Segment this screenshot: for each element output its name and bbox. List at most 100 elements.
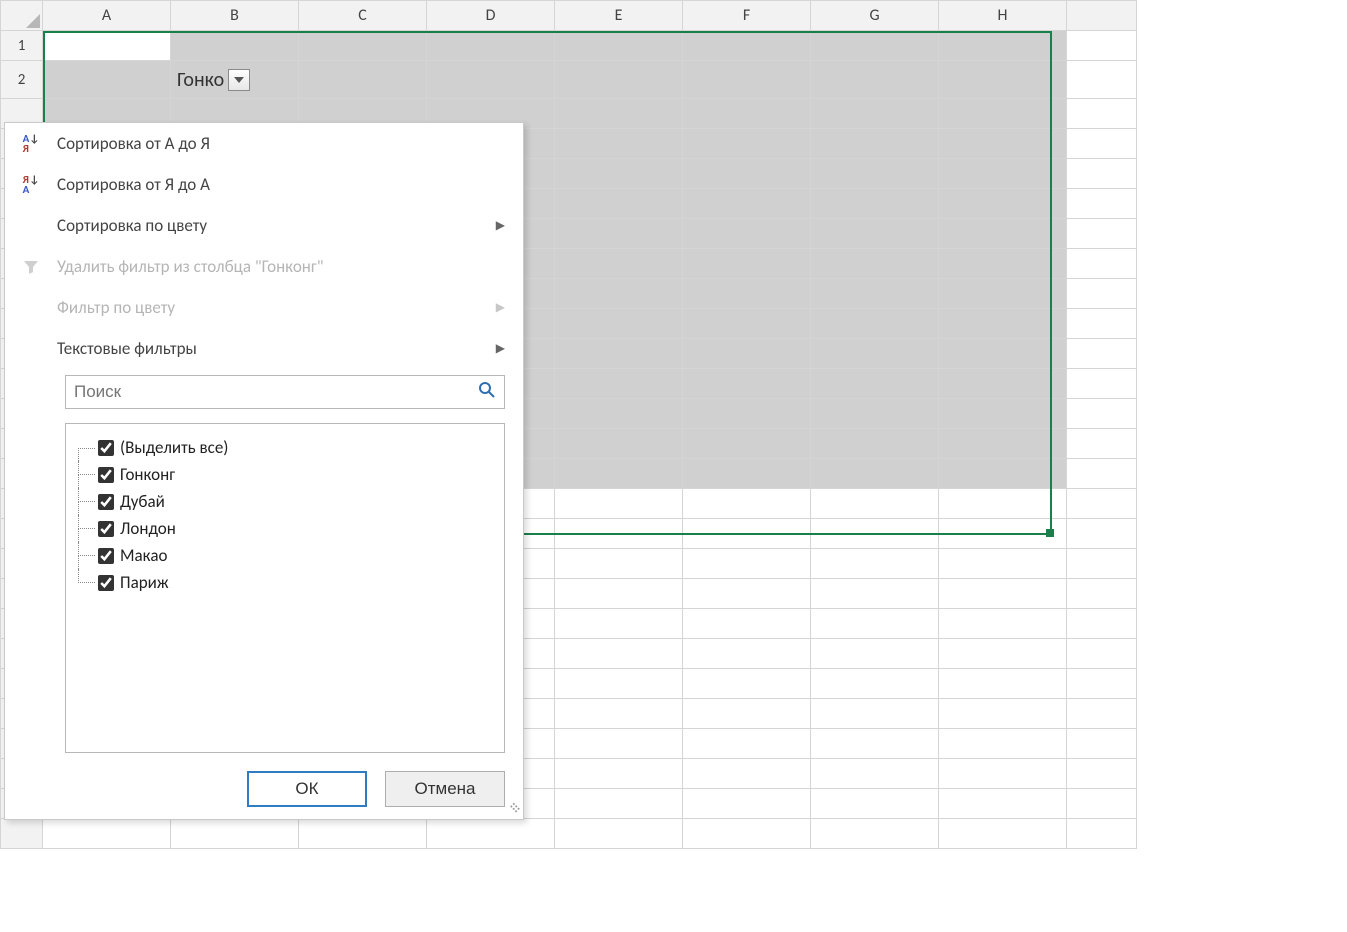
cell[interactable]: [939, 159, 1067, 189]
cell[interactable]: [555, 309, 683, 339]
filter-item[interactable]: Макао: [74, 542, 496, 569]
cell[interactable]: [811, 669, 939, 699]
cell[interactable]: [555, 459, 683, 489]
cell[interactable]: [555, 699, 683, 729]
cell[interactable]: [555, 249, 683, 279]
cell[interactable]: [683, 609, 811, 639]
cell[interactable]: [939, 819, 1067, 849]
cell[interactable]: [811, 279, 939, 309]
cell[interactable]: [683, 31, 811, 61]
cell[interactable]: [811, 99, 939, 129]
cell[interactable]: [811, 549, 939, 579]
cell[interactable]: [683, 489, 811, 519]
cell[interactable]: [683, 729, 811, 759]
ok-button[interactable]: ОК: [247, 771, 367, 807]
sort-descending[interactable]: ЯА↓ Сортировка от Я до А: [5, 164, 523, 205]
cell[interactable]: [1067, 699, 1137, 729]
cell[interactable]: [683, 549, 811, 579]
cell[interactable]: [427, 819, 555, 849]
cell[interactable]: [1067, 759, 1137, 789]
cell[interactable]: [811, 699, 939, 729]
filter-item[interactable]: Гонконг: [74, 461, 496, 488]
cell[interactable]: [939, 729, 1067, 759]
cell[interactable]: [939, 31, 1067, 61]
cell[interactable]: [939, 459, 1067, 489]
cell[interactable]: [683, 639, 811, 669]
cell[interactable]: [683, 519, 811, 549]
cell[interactable]: [811, 609, 939, 639]
col-header[interactable]: [1067, 1, 1137, 31]
col-header[interactable]: E: [555, 1, 683, 31]
cell[interactable]: [811, 639, 939, 669]
col-header[interactable]: B: [171, 1, 299, 31]
cell[interactable]: [299, 819, 427, 849]
cell[interactable]: [811, 399, 939, 429]
cell[interactable]: [1067, 61, 1137, 99]
cell[interactable]: [555, 31, 683, 61]
cell[interactable]: [939, 399, 1067, 429]
checkbox[interactable]: [98, 575, 114, 591]
filter-values-panel[interactable]: (Выделить все) Гонконг Дубай Лондон Мака…: [65, 423, 505, 753]
cell[interactable]: [939, 129, 1067, 159]
cell[interactable]: [683, 249, 811, 279]
cell[interactable]: [939, 429, 1067, 459]
cell[interactable]: [683, 369, 811, 399]
cell[interactable]: [1067, 459, 1137, 489]
cell[interactable]: [939, 669, 1067, 699]
cell[interactable]: [939, 339, 1067, 369]
cell[interactable]: [1067, 429, 1137, 459]
cell[interactable]: [555, 819, 683, 849]
cell[interactable]: [1067, 819, 1137, 849]
cell[interactable]: [811, 579, 939, 609]
select-all-corner[interactable]: [1, 1, 43, 31]
cell[interactable]: [1067, 249, 1137, 279]
cell[interactable]: [811, 759, 939, 789]
cell[interactable]: [555, 99, 683, 129]
cell[interactable]: [555, 579, 683, 609]
cell[interactable]: [811, 519, 939, 549]
cell[interactable]: [683, 99, 811, 129]
text-filters[interactable]: Текстовые фильтры ▶: [5, 328, 523, 369]
cell[interactable]: [683, 399, 811, 429]
cell[interactable]: [811, 429, 939, 459]
cell[interactable]: [555, 759, 683, 789]
cell[interactable]: [811, 309, 939, 339]
checkbox[interactable]: [98, 521, 114, 537]
cell[interactable]: [939, 519, 1067, 549]
cell[interactable]: [1067, 339, 1137, 369]
cell[interactable]: [683, 189, 811, 219]
col-header[interactable]: C: [299, 1, 427, 31]
cell[interactable]: [811, 729, 939, 759]
cell[interactable]: [555, 61, 683, 99]
search-input[interactable]: [74, 382, 478, 402]
cell[interactable]: [811, 459, 939, 489]
cell[interactable]: [555, 279, 683, 309]
cell[interactable]: [683, 219, 811, 249]
cell[interactable]: [683, 459, 811, 489]
cell[interactable]: [1067, 189, 1137, 219]
cell[interactable]: [1067, 99, 1137, 129]
cell[interactable]: [1067, 219, 1137, 249]
cell[interactable]: [555, 729, 683, 759]
cell[interactable]: [811, 789, 939, 819]
cell[interactable]: [939, 489, 1067, 519]
checkbox[interactable]: [98, 467, 114, 483]
cell[interactable]: [555, 189, 683, 219]
cell[interactable]: [171, 819, 299, 849]
cell[interactable]: [811, 189, 939, 219]
cell[interactable]: [683, 309, 811, 339]
cell[interactable]: [811, 489, 939, 519]
col-header[interactable]: H: [939, 1, 1067, 31]
cell[interactable]: [939, 309, 1067, 339]
sort-by-color[interactable]: Сортировка по цвету ▶: [5, 205, 523, 246]
cell[interactable]: [1067, 729, 1137, 759]
cell[interactable]: [939, 249, 1067, 279]
cell[interactable]: [1067, 489, 1137, 519]
cell[interactable]: [939, 219, 1067, 249]
cell[interactable]: [939, 699, 1067, 729]
cell[interactable]: [939, 639, 1067, 669]
cell[interactable]: [555, 429, 683, 459]
checkbox[interactable]: [98, 440, 114, 456]
cell[interactable]: [683, 669, 811, 699]
filter-dropdown-button[interactable]: [228, 69, 250, 91]
